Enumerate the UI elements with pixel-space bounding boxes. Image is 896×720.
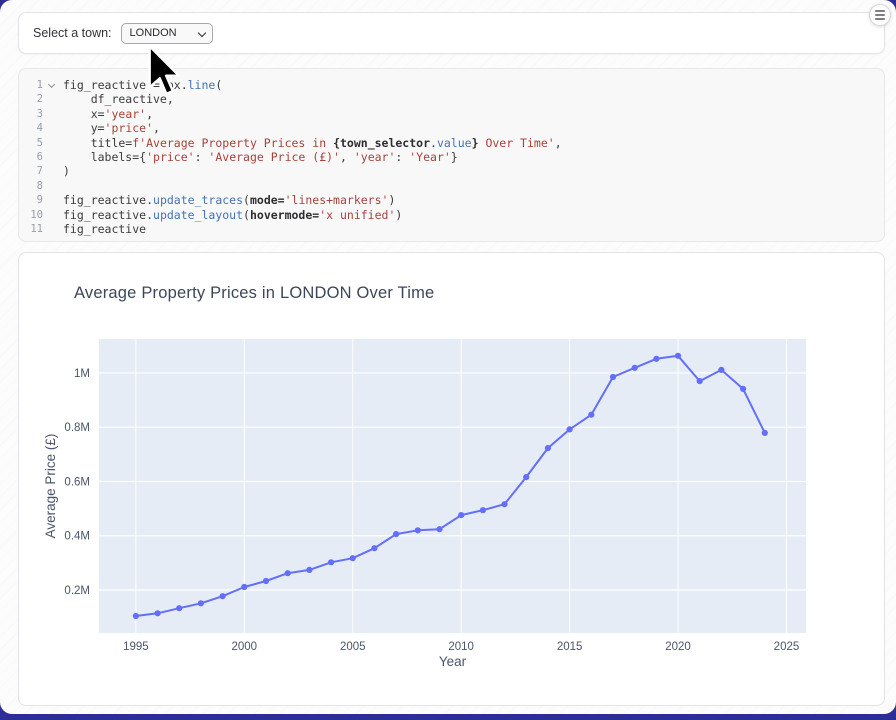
code-text: fig_reactive.update_traces(mode='lines+m… (63, 193, 884, 207)
fold-spacer (43, 193, 63, 207)
line-number: 10 (19, 208, 43, 222)
line-number: 6 (19, 150, 43, 164)
line-number: 4 (19, 121, 43, 135)
line-number: 9 (19, 193, 43, 207)
code-text: y='price', (63, 121, 884, 135)
y-axis-tick-labels: 0.2M 0.4M 0.6M 0.8M 1M (64, 368, 90, 597)
fold-spacer (43, 136, 63, 150)
svg-text:2000: 2000 (232, 641, 258, 653)
line-number: 8 (19, 179, 43, 193)
svg-text:2025: 2025 (774, 641, 800, 653)
fold-spacer (43, 164, 63, 178)
line-number: 7 (19, 164, 43, 178)
app-container: Select a town: LONDON 1 fig_reactive = px… (0, 0, 896, 714)
fold-spacer (43, 179, 63, 193)
svg-text:1995: 1995 (123, 641, 149, 653)
code-line: 3 x='year', (19, 107, 884, 121)
code-text: fig_reactive = px.line( (63, 78, 884, 92)
town-dropdown-wrap: LONDON (121, 23, 213, 44)
line-number: 3 (19, 107, 43, 121)
fold-toggle[interactable] (43, 78, 63, 92)
menu-button[interactable] (869, 4, 891, 26)
code-text: title=f'Average Property Prices in {town… (63, 136, 884, 150)
svg-text:2010: 2010 (448, 641, 474, 653)
chevron-down-icon (48, 81, 55, 88)
chart-panel: Average Property Prices in LONDON Over T… (18, 252, 885, 706)
mouse-cursor (147, 45, 181, 97)
svg-text:0.4M: 0.4M (64, 531, 90, 543)
code-line: 4 y='price', (19, 121, 884, 135)
code-text: fig_reactive.update_layout(hovermode='x … (63, 208, 884, 222)
chart-canvas[interactable]: 1995 2000 2005 2010 2015 2020 2025 0.2M 0.4M 0.6M… (19, 253, 885, 706)
line-number: 5 (19, 136, 43, 150)
fold-spacer (43, 222, 63, 236)
code-line: 11 fig_reactive (19, 222, 884, 236)
svg-text:1M: 1M (74, 368, 90, 380)
code-text (63, 179, 884, 193)
code-text: ) (63, 164, 884, 178)
chart-title: Average Property Prices in LONDON Over T… (74, 284, 434, 303)
town-dropdown[interactable]: LONDON (121, 23, 213, 44)
code-lines: 1 fig_reactive = px.line( 2 df_reactive,3 … (19, 78, 884, 236)
fold-spacer (43, 208, 63, 222)
line-number: 2 (19, 92, 43, 106)
code-line: 10 fig_reactive.update_layout(hovermode='… (19, 208, 884, 222)
fold-spacer (43, 107, 63, 121)
line-number: 1 (19, 78, 43, 92)
select-town-label: Select a town: (33, 26, 112, 40)
hamburger-icon (875, 10, 885, 19)
svg-text:2020: 2020 (665, 641, 691, 653)
svg-text:2005: 2005 (340, 641, 366, 653)
svg-text:0.2M: 0.2M (64, 585, 90, 597)
svg-text:2015: 2015 (557, 641, 583, 653)
line-number: 11 (19, 222, 43, 236)
x-axis-tick-labels: 1995 2000 2005 2010 2015 2020 2025 (123, 641, 799, 653)
code-line: 7) (19, 164, 884, 178)
code-line: 8 (19, 179, 884, 193)
y-axis-title: Average Price (£) (43, 434, 58, 539)
fold-spacer (43, 150, 63, 164)
code-text: df_reactive, (63, 92, 884, 106)
code-text: fig_reactive (63, 222, 884, 236)
fold-spacer (43, 92, 63, 106)
code-line: 6 labels={'price': 'Average Price (£)', … (19, 150, 884, 164)
code-line: 5 title=f'Average Property Prices in {to… (19, 136, 884, 150)
fold-spacer (43, 121, 63, 135)
code-text: x='year', (63, 107, 884, 121)
code-text: labels={'price': 'Average Price (£)', 'y… (63, 150, 884, 164)
svg-text:0.6M: 0.6M (64, 476, 90, 488)
x-axis-title: Year (439, 654, 467, 669)
svg-text:0.8M: 0.8M (64, 422, 90, 434)
code-line: 9 fig_reactive.update_traces(mode='lines+… (19, 193, 884, 207)
